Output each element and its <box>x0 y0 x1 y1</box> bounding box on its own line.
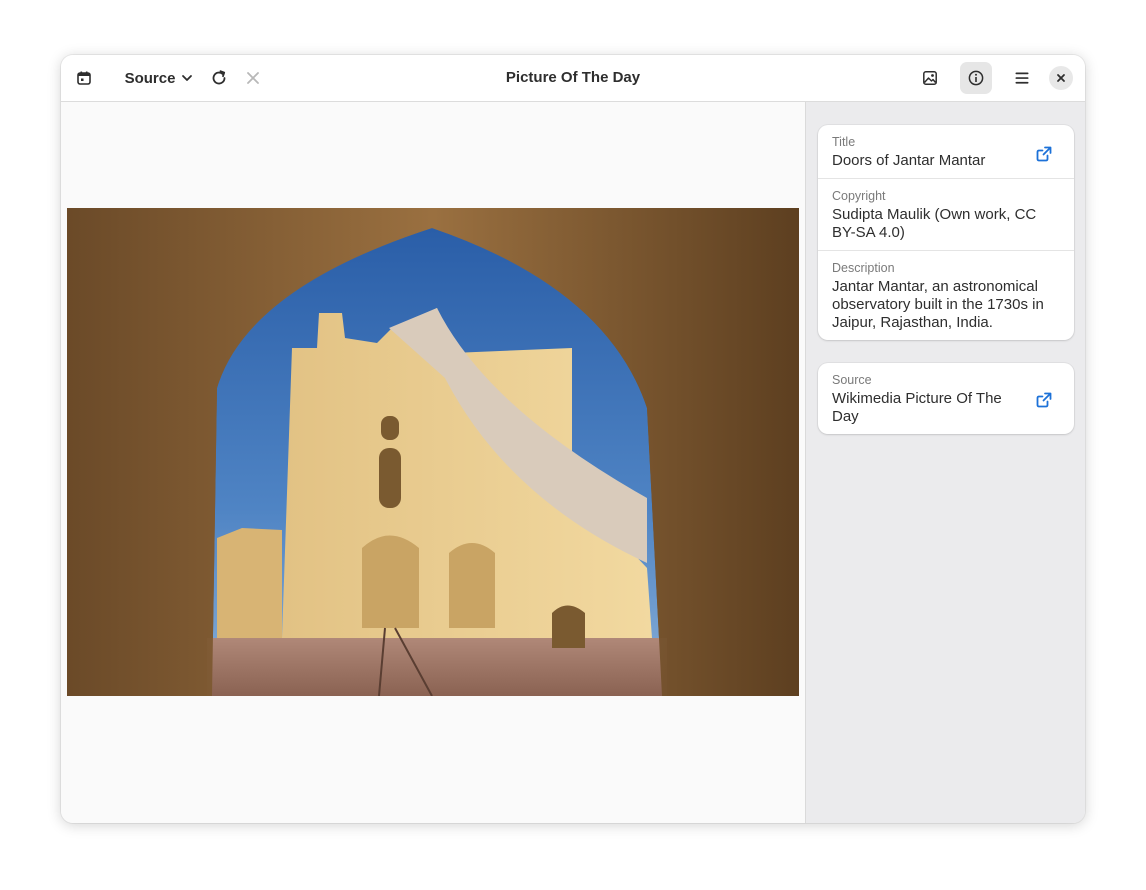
picture-area <box>61 102 805 823</box>
source-caption: Source <box>832 373 872 387</box>
open-title-link-button[interactable] <box>1032 142 1056 166</box>
doorway-3-shape <box>552 605 585 648</box>
window-close-button[interactable] <box>1049 66 1073 90</box>
picture-of-the-day-image <box>67 208 799 696</box>
copyright-caption: Copyright <box>832 189 886 203</box>
stop-button[interactable] <box>237 62 269 94</box>
external-link-icon <box>1036 392 1052 408</box>
open-source-link-button[interactable] <box>1032 388 1056 412</box>
doorway-1-shape <box>362 535 419 628</box>
description-caption: Description <box>832 261 895 275</box>
floor-shape <box>207 638 667 696</box>
description-row: Description Jantar Mantar, an astronomic… <box>818 251 1074 340</box>
source-dropdown-button[interactable]: Source <box>113 62 197 94</box>
app-window: Source Picture Of The Day Title Doors of… <box>61 55 1085 823</box>
source-value: Wikimedia Picture Of The Day <box>832 390 1002 425</box>
close-x-icon <box>247 72 259 84</box>
window-slit-2-shape <box>379 448 401 508</box>
doorway-2-shape <box>449 543 495 628</box>
refresh-button[interactable] <box>203 62 235 94</box>
calendar-icon <box>77 71 91 85</box>
hamburger-menu-icon <box>1015 72 1029 84</box>
copyright-value: Sudipta Maulik (Own work, CC BY-SA 4.0) <box>832 206 1037 241</box>
source-dropdown-label: Source <box>124 69 176 87</box>
image-icon <box>923 71 937 85</box>
info-toggle-button[interactable] <box>960 62 992 94</box>
info-sidebar: Title Doors of Jantar Mantar Copyright S… <box>805 102 1085 823</box>
info-icon <box>968 70 984 86</box>
title-value: Doors of Jantar Mantar <box>832 152 986 169</box>
info-card: Title Doors of Jantar Mantar Copyright S… <box>818 125 1074 340</box>
description-value: Jantar Mantar, an astronomical observato… <box>832 278 1044 331</box>
source-card: Source Wikimedia Picture Of The Day <box>818 363 1074 434</box>
chevron-down-icon <box>182 75 193 81</box>
header-bar: Source Picture Of The Day <box>61 55 1085 102</box>
refresh-icon <box>212 70 226 85</box>
title-row: Title Doors of Jantar Mantar <box>818 125 1074 179</box>
calendar-button[interactable] <box>68 62 100 94</box>
copyright-row: Copyright Sudipta Maulik (Own work, CC B… <box>818 179 1074 251</box>
set-wallpaper-button[interactable] <box>914 62 946 94</box>
window-slit-1-shape <box>381 416 399 440</box>
title-caption: Title <box>832 135 856 149</box>
window-close-icon <box>1057 74 1065 82</box>
stairs-shape <box>217 528 282 638</box>
main-menu-button[interactable] <box>1006 62 1038 94</box>
source-row: Source Wikimedia Picture Of The Day <box>818 363 1074 434</box>
external-link-icon <box>1036 146 1052 162</box>
